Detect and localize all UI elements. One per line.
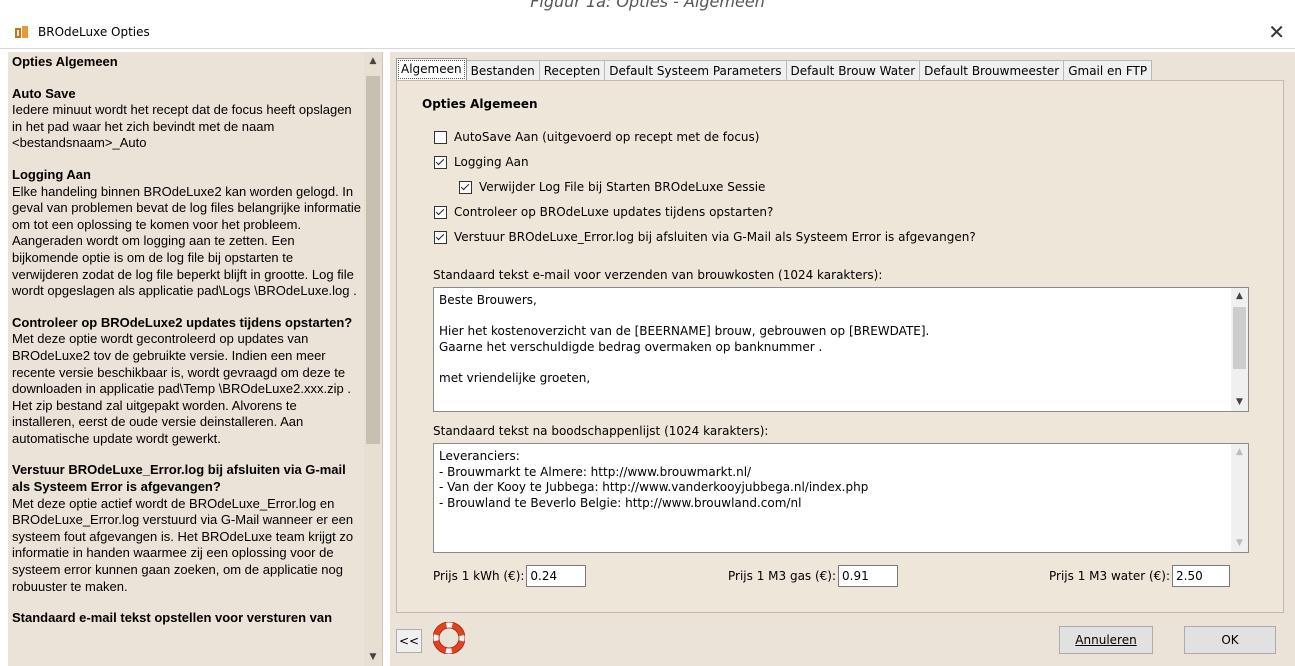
- help-heading: Standaard e-mail tekst opstellen voor ve…: [12, 610, 333, 626]
- title-bar: BROdeLuxe Opties ✕: [0, 18, 1295, 49]
- send-error-option[interactable]: Verstuur BROdeLuxe_Error.log bij afsluit…: [434, 230, 976, 244]
- section-title: Opties Algemeen: [422, 97, 538, 111]
- close-icon[interactable]: ✕: [1268, 20, 1285, 44]
- tab-default-brouw-water[interactable]: Default Brouw Water: [785, 60, 921, 81]
- price-kwh: Prijs 1 kWh (€):: [433, 565, 587, 587]
- cancel-button[interactable]: Annuleren: [1059, 626, 1153, 654]
- tab-recepten[interactable]: Recepten: [538, 60, 606, 81]
- email-scrollbar[interactable]: ▲ ▼: [1231, 288, 1248, 411]
- tab-gmail-en-ftp[interactable]: Gmail en FTP: [1063, 60, 1153, 81]
- help-heading: Opties Algemeen: [12, 54, 118, 69]
- tab-bar: Algemeen Bestanden Recepten Default Systeem…: [396, 58, 1153, 81]
- figure-caption: Figuur 1a: Opties - Algemeen: [530, 0, 765, 11]
- email-scroll-thumb[interactable]: [1233, 307, 1246, 369]
- chevron-down-icon[interactable]: ▼: [364, 648, 382, 666]
- window-title: BROdeLuxe Opties: [38, 25, 150, 39]
- help-paragraph: Iedere minuut wordt het recept dat de fo…: [12, 102, 352, 151]
- tab-panel-algemeen: Opties Algemeen AutoSave Aan (uitgevoerd…: [396, 80, 1284, 613]
- price-kwh-label: Prijs 1 kWh (€):: [433, 569, 525, 583]
- ok-label: OK: [1221, 633, 1239, 647]
- lifebuoy-icon[interactable]: [433, 622, 465, 654]
- chevron-up-icon[interactable]: ▲: [1231, 288, 1248, 305]
- cancel-label: Annuleren: [1075, 633, 1137, 647]
- price-kwh-input[interactable]: [526, 565, 587, 587]
- send-error-checkbox[interactable]: [434, 230, 447, 244]
- price-water-input[interactable]: [1172, 565, 1230, 587]
- help-heading: Logging Aan: [12, 166, 91, 182]
- delete-log-label: Verwijder Log File bij Starten BROdeLuxe…: [479, 180, 766, 194]
- delete-log-option[interactable]: Verwijder Log File bij Starten BROdeLuxe…: [459, 180, 765, 194]
- check-updates-checkbox[interactable]: [434, 205, 447, 219]
- help-heading: Verstuur BROdeLuxe_Error.log bij afsluit…: [12, 462, 346, 495]
- logging-option[interactable]: Logging Aan: [434, 155, 529, 169]
- price-water-label: Prijs 1 M3 water (€):: [1049, 569, 1170, 583]
- help-scrollbar[interactable]: ▲ ▼: [364, 52, 382, 666]
- tab-default-systeem-parameters[interactable]: Default Systeem Parameters: [604, 60, 787, 81]
- chevron-up-icon[interactable]: ▲: [364, 52, 382, 70]
- collapse-button[interactable]: <<: [396, 629, 422, 653]
- logging-checkbox[interactable]: [434, 155, 447, 169]
- tab-default-brouwmeester[interactable]: Default Brouwmeester: [919, 60, 1065, 81]
- help-scroll-thumb[interactable]: [366, 76, 380, 444]
- autosave-checkbox[interactable]: [434, 130, 447, 144]
- send-error-label: Verstuur BROdeLuxe_Error.log bij afsluit…: [454, 230, 976, 244]
- email-text-label: Standaard tekst e-mail voor verzenden va…: [433, 268, 883, 282]
- shopping-text-label: Standaard tekst na boodschappenlijst (10…: [433, 424, 769, 438]
- help-paragraph: Met deze optie wordt gecontroleerd op up…: [12, 331, 351, 446]
- options-pane: Algemeen Bestanden Recepten Default Systeem…: [390, 52, 1295, 666]
- help-pane[interactable]: Opties Algemeen Auto Save Iedere minuut …: [8, 52, 383, 666]
- price-water: Prijs 1 M3 water (€):: [1049, 565, 1230, 587]
- tab-bestanden[interactable]: Bestanden: [465, 60, 540, 81]
- email-textarea[interactable]: Beste Brouwers, Hier het kostenoverzicht…: [433, 287, 1249, 412]
- check-updates-option[interactable]: Controleer op BROdeLuxe updates tijdens …: [434, 205, 773, 219]
- price-gas-input[interactable]: [838, 565, 899, 587]
- help-heading: Auto Save: [12, 85, 76, 101]
- chevron-down-icon[interactable]: ▼: [1231, 394, 1248, 411]
- check-updates-label: Controleer op BROdeLuxe updates tijdens …: [454, 205, 774, 219]
- app-icon: [15, 26, 28, 38]
- delete-log-checkbox[interactable]: [459, 180, 472, 194]
- chevron-down-icon[interactable]: ▼: [1231, 535, 1248, 552]
- tab-algemeen[interactable]: Algemeen: [396, 58, 467, 81]
- help-paragraph: Elke handeling binnen BROdeLuxe2 kan wor…: [12, 183, 362, 299]
- price-gas: Prijs 1 M3 gas (€):: [728, 565, 899, 587]
- shopping-textarea[interactable]: Leveranciers: - Brouwmarkt te Almere: ht…: [433, 443, 1249, 553]
- ok-button[interactable]: OK: [1184, 626, 1276, 654]
- chevron-up-icon[interactable]: ▲: [1231, 444, 1248, 461]
- autosave-option[interactable]: AutoSave Aan (uitgevoerd op recept met d…: [434, 130, 759, 144]
- help-paragraph: Met deze optie actief wordt de BROdeLuxe…: [12, 495, 354, 594]
- email-text: Beste Brouwers, Hier het kostenoverzicht…: [439, 293, 930, 385]
- price-gas-label: Prijs 1 M3 gas (€):: [728, 569, 837, 583]
- help-heading: Controleer op BROdeLuxe2 updates tijdens…: [12, 314, 353, 330]
- autosave-label: AutoSave Aan (uitgevoerd op recept met d…: [454, 130, 760, 144]
- shopping-text: Leveranciers: - Brouwmarkt te Almere: ht…: [439, 449, 869, 510]
- help-text: Opties Algemeen Auto Save Iedere minuut …: [12, 54, 362, 627]
- shopping-scrollbar[interactable]: ▲ ▼: [1231, 444, 1248, 552]
- logging-label: Logging Aan: [454, 155, 529, 169]
